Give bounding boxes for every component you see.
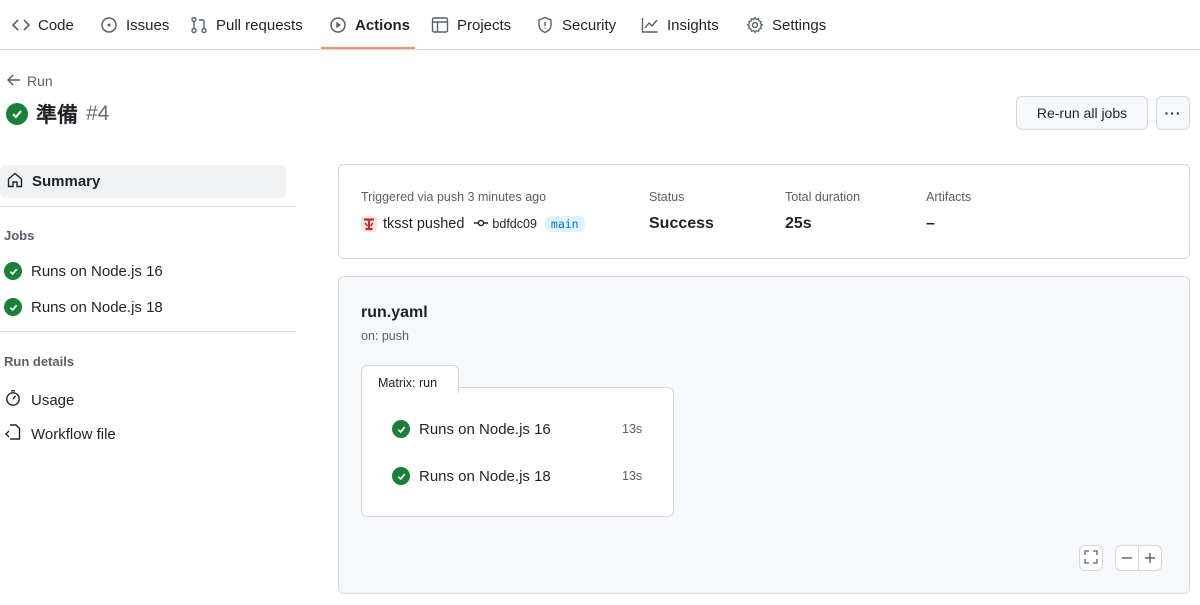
sidebar-divider xyxy=(0,206,296,207)
tab-settings[interactable]: Settings xyxy=(746,0,826,50)
status-label: Status xyxy=(649,190,685,204)
artifacts-value: – xyxy=(926,215,935,232)
run-name: 準備 xyxy=(36,104,78,127)
sidebar-workflow-file-label: Workflow file xyxy=(31,425,116,443)
sidebar-item-usage[interactable]: Usage xyxy=(4,389,74,411)
branch-badge[interactable]: main xyxy=(544,216,585,232)
arrow-left-icon xyxy=(6,73,21,89)
play-icon xyxy=(329,16,347,34)
graph-job-label: Runs on Node.js 16 xyxy=(419,420,551,438)
table-icon xyxy=(431,16,449,34)
artifacts-label: Artifacts xyxy=(926,190,972,204)
gear-icon xyxy=(746,16,764,34)
repo-nav: Code Issues Pull requests Actions Projec… xyxy=(0,0,1200,50)
job-duration: 13s xyxy=(622,422,643,436)
sidebar-item-summary[interactable]: Summary xyxy=(0,165,286,198)
fullscreen-button[interactable] xyxy=(1079,545,1103,571)
dash-icon xyxy=(1121,548,1133,569)
matrix-label: Matrix: run xyxy=(361,365,459,393)
sidebar-summary-label: Summary xyxy=(32,173,101,190)
check-circle-icon xyxy=(4,262,22,280)
tab-issues[interactable]: Issues xyxy=(100,0,169,50)
check-circle-icon xyxy=(392,420,410,438)
tab-actions-label: Actions xyxy=(355,16,411,34)
tab-projects[interactable]: Projects xyxy=(431,0,511,50)
tab-issues-label: Issues xyxy=(126,16,170,34)
matrix-group: Runs on Node.js 16 13s Runs on Node.js 1… xyxy=(361,387,674,517)
tab-insights[interactable]: Insights xyxy=(641,0,719,50)
tab-security-label: Security xyxy=(562,16,617,34)
active-tab-indicator xyxy=(321,47,415,49)
run-number: #4 xyxy=(86,102,110,125)
tab-settings-label: Settings xyxy=(772,16,827,34)
trigger-row: tksst pushed bdfdc09 main xyxy=(361,216,585,232)
commit-link[interactable]: bdfdc09 xyxy=(474,217,537,231)
shield-icon xyxy=(536,16,554,34)
sidebar-job-label: Runs on Node.js 18 xyxy=(31,298,163,316)
sidebar-divider xyxy=(0,331,296,332)
sidebar-item-job-node18[interactable]: Runs on Node.js 18 xyxy=(4,298,163,316)
stopwatch-icon xyxy=(4,389,22,411)
graph-job-node16[interactable]: Runs on Node.js 16 13s xyxy=(392,420,652,438)
tab-code-label: Code xyxy=(38,16,74,34)
page-title: 準備 #4 xyxy=(6,99,109,129)
file-code-icon xyxy=(4,423,22,445)
git-commit-icon xyxy=(474,217,489,231)
graph-job-node18[interactable]: Runs on Node.js 18 13s xyxy=(392,467,652,485)
zoom-in-button[interactable] xyxy=(1138,545,1162,571)
rerun-all-jobs-button[interactable]: Re-run all jobs xyxy=(1016,96,1148,130)
actor-text[interactable]: tksst pushed xyxy=(383,216,464,232)
tab-pull-requests[interactable]: Pull requests xyxy=(190,0,303,50)
commit-sha: bdfdc09 xyxy=(492,217,537,231)
sidebar-jobs-heading: Jobs xyxy=(4,228,35,243)
back-to-runs-link[interactable]: Run xyxy=(6,73,53,89)
issue-opened-icon xyxy=(100,16,118,34)
graph-job-label: Runs on Node.js 18 xyxy=(419,467,551,485)
sidebar-job-label: Runs on Node.js 16 xyxy=(31,262,163,280)
check-circle-icon xyxy=(4,298,22,316)
more-options-button[interactable]: ··· xyxy=(1156,96,1190,130)
tab-code[interactable]: Code xyxy=(12,0,74,50)
avatar[interactable] xyxy=(361,216,377,232)
workflow-file-name: run.yaml xyxy=(361,304,428,321)
check-circle-icon xyxy=(6,103,28,125)
status-value: Success xyxy=(649,215,714,232)
tab-actions[interactable]: Actions xyxy=(329,0,410,50)
tab-insights-label: Insights xyxy=(667,16,719,34)
graph-icon xyxy=(641,16,659,34)
workflow-trigger: on: push xyxy=(361,329,409,343)
home-icon xyxy=(6,171,24,193)
kebab-horizontal-icon: ··· xyxy=(1164,105,1182,121)
sidebar-usage-label: Usage xyxy=(31,391,75,409)
trigger-label: Triggered via push 3 minutes ago xyxy=(361,190,547,204)
screen-full-icon xyxy=(1084,548,1098,569)
tab-projects-label: Projects xyxy=(457,16,512,34)
tab-pull-requests-label: Pull requests xyxy=(216,16,303,34)
git-pull-request-icon xyxy=(190,16,208,34)
duration-value: 25s xyxy=(785,215,812,232)
tab-security[interactable]: Security xyxy=(536,0,616,50)
sidebar-item-job-node16[interactable]: Runs on Node.js 16 xyxy=(4,262,163,280)
sidebar-run-details-heading: Run details xyxy=(4,354,75,369)
workflow-graph-card: run.yaml on: push Matrix: run Runs on No… xyxy=(338,276,1190,594)
run-summary-card: Triggered via push 3 minutes ago tksst p… xyxy=(338,164,1190,259)
check-circle-icon xyxy=(392,467,410,485)
sidebar-item-workflow-file[interactable]: Workflow file xyxy=(4,423,116,445)
plus-icon xyxy=(1144,548,1156,569)
job-duration: 13s xyxy=(622,469,643,483)
back-link-label: Run xyxy=(27,73,53,89)
code-icon xyxy=(12,16,30,34)
zoom-out-button[interactable] xyxy=(1115,545,1139,571)
duration-label: Total duration xyxy=(785,190,861,204)
